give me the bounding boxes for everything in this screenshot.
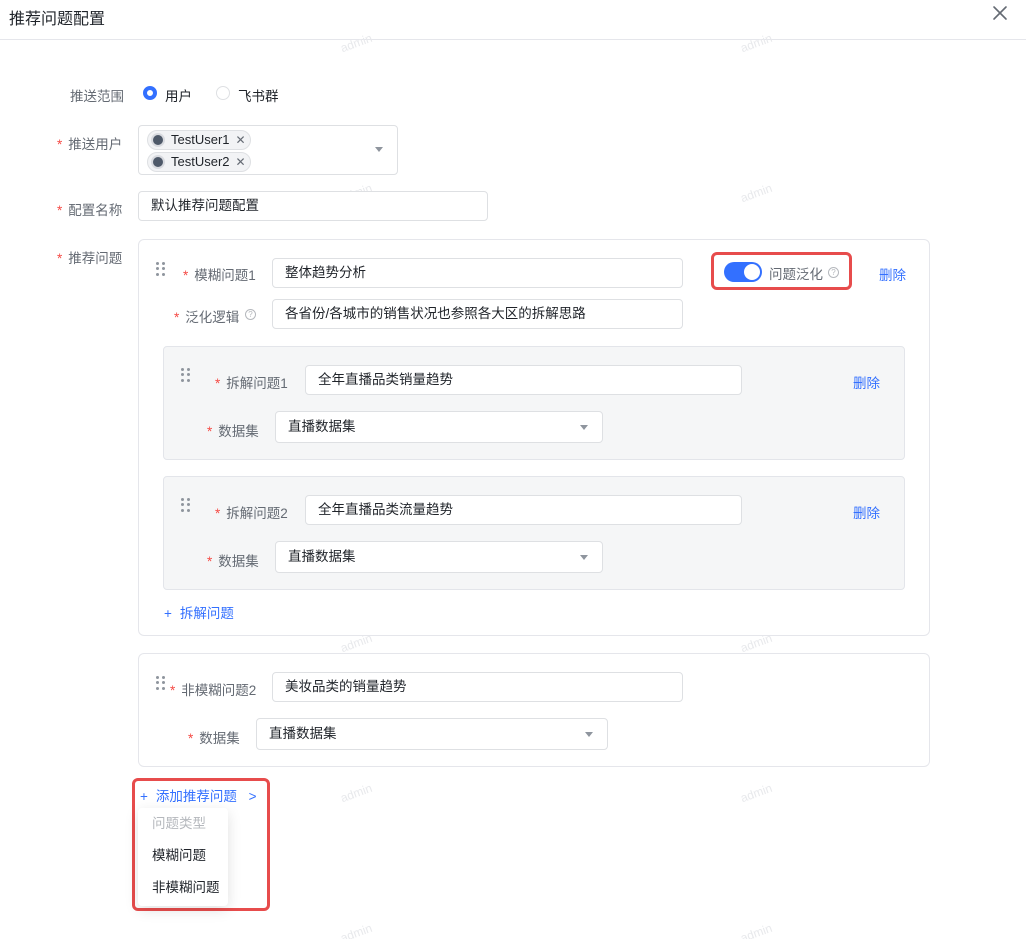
nonfuzzy-question-input[interactable]: 美妆品类的销量趋势 <box>272 672 683 702</box>
radio-feishu-group[interactable] <box>216 86 230 100</box>
help-icon[interactable]: ? <box>245 309 256 320</box>
toggle-knob <box>744 264 760 280</box>
question-type-menu: 问题类型 模糊问题 非模糊问题 <box>138 808 228 906</box>
close-icon[interactable] <box>990 3 1010 23</box>
fuzzy-question-label: * 模糊问题1 <box>183 268 256 283</box>
avatar <box>151 155 165 169</box>
menu-header: 问题类型 <box>152 816 206 831</box>
avatar <box>151 133 165 147</box>
chevron-down-icon <box>375 147 383 152</box>
user-tag: TestUser1 ✕ <box>147 130 251 150</box>
logic-input[interactable]: 各省份/各城市的销售状况也参照各大区的拆解思路 <box>272 299 683 329</box>
dataset-select[interactable]: 直播数据集 <box>275 541 603 573</box>
chevron-right-icon: > <box>248 789 257 804</box>
push-scope-label: 推送范围 <box>70 89 124 104</box>
radio-user-label[interactable]: 用户 <box>165 85 192 105</box>
add-sub-question-button[interactable]: + 拆解问题 <box>164 602 234 622</box>
watermark: admin <box>738 30 775 56</box>
dataset-select[interactable]: 直播数据集 <box>256 718 608 750</box>
sub-question-input[interactable]: 全年直播品类流量趋势 <box>305 495 742 525</box>
watermark: admin <box>738 920 775 939</box>
logic-label: * 泛化逻辑 <box>174 310 240 325</box>
generalize-label: 问题泛化 <box>769 267 823 282</box>
radio-user[interactable] <box>143 86 157 100</box>
config-name-label: * 配置名称 <box>57 203 123 218</box>
dataset-label: * 数据集 <box>207 424 259 439</box>
generalize-toggle[interactable] <box>724 262 762 282</box>
dataset-value: 直播数据集 <box>269 726 337 741</box>
plus-icon: + <box>140 789 148 804</box>
dataset-select[interactable]: 直播数据集 <box>275 411 603 443</box>
sub-question-input[interactable]: 全年直播品类销量趋势 <box>305 365 742 395</box>
dataset-label: * 数据集 <box>188 731 240 746</box>
drag-handle-icon[interactable] <box>156 262 166 276</box>
watermark: admin <box>338 780 375 806</box>
dataset-label: * 数据集 <box>207 554 259 569</box>
fuzzy-question-input[interactable]: 整体趋势分析 <box>272 258 683 288</box>
header-divider <box>0 39 1026 40</box>
push-users-label: * 推送用户 <box>57 137 123 152</box>
user-tag-label: TestUser2 <box>171 154 230 169</box>
drag-handle-icon[interactable] <box>181 368 191 382</box>
nonfuzzy-question-label: * 非模糊问题2 <box>170 683 257 698</box>
radio-feishu-group-label[interactable]: 飞书群 <box>238 85 279 105</box>
sub-question-label: * 拆解问题2 <box>215 506 288 521</box>
drag-handle-icon[interactable] <box>181 498 191 512</box>
menu-item-nonfuzzy[interactable]: 非模糊问题 <box>138 872 228 904</box>
chevron-down-icon <box>580 555 588 560</box>
help-icon[interactable]: ? <box>828 267 839 278</box>
sub-question-label: * 拆解问题1 <box>215 376 288 391</box>
chevron-down-icon <box>580 425 588 430</box>
user-tag: TestUser2 ✕ <box>147 152 251 172</box>
plus-icon: + <box>164 606 172 621</box>
dataset-value: 直播数据集 <box>288 419 356 434</box>
add-recommend-question-button[interactable]: + 添加推荐问题 > <box>140 785 257 805</box>
tag-close-icon[interactable]: ✕ <box>236 148 246 174</box>
delete-fuzzy-button[interactable]: 删除 <box>879 264 906 284</box>
delete-sub-question-button[interactable]: 删除 <box>853 502 880 522</box>
dialog-title: 推荐问题配置 <box>9 11 106 28</box>
chevron-down-icon <box>585 732 593 737</box>
delete-sub-question-button[interactable]: 删除 <box>853 372 880 392</box>
watermark: admin <box>338 30 375 56</box>
push-users-select[interactable]: TestUser1 ✕ TestUser2 ✕ <box>138 125 398 175</box>
recommend-label: * 推荐问题 <box>57 251 123 266</box>
watermark: admin <box>738 180 775 206</box>
menu-item-fuzzy[interactable]: 模糊问题 <box>138 840 228 872</box>
watermark: admin <box>738 780 775 806</box>
dataset-value: 直播数据集 <box>288 549 356 564</box>
watermark: admin <box>338 920 375 939</box>
config-name-input[interactable]: 默认推荐问题配置 <box>138 191 488 221</box>
drag-handle-icon[interactable] <box>156 676 166 690</box>
